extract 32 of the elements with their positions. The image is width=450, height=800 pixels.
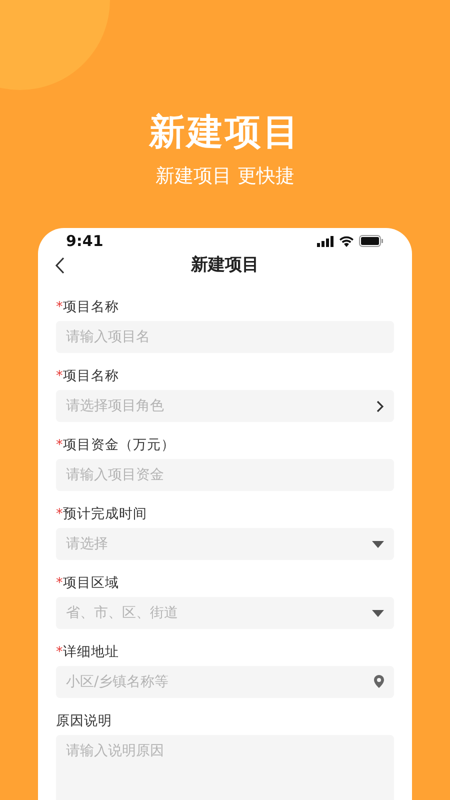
select-field[interactable]: 请选择项目角色 <box>56 390 394 422</box>
caret-down-icon <box>372 540 384 548</box>
field-label: 详细地址 <box>62 643 119 662</box>
field-label: 预计完成时间 <box>62 505 147 524</box>
field-label: 项目名称 <box>62 367 119 386</box>
headline: 新建项目 <box>149 111 301 155</box>
text-area[interactable]: 请输入说明原因 <box>56 735 394 800</box>
page-title: 新建项目 <box>191 254 259 276</box>
field-label: 项目名称 <box>62 298 119 317</box>
back-icon <box>55 256 65 274</box>
field-label: 项目资金（万元） <box>62 436 175 455</box>
battery-icon <box>359 235 384 248</box>
required-asterisk: * <box>56 367 63 386</box>
wifi-icon <box>339 236 354 247</box>
chevron-right-icon <box>376 400 384 412</box>
field-label: 原因说明 <box>56 712 112 731</box>
required-asterisk: * <box>56 505 63 524</box>
address-field[interactable]: 小区/乡镇名称等 <box>56 666 394 698</box>
location-pin-icon <box>374 675 384 688</box>
status-time: 9:41 <box>66 231 104 252</box>
select-field[interactable]: 省、市、区、街道 <box>56 597 394 629</box>
signal-icon <box>317 236 334 247</box>
required-asterisk: * <box>56 643 63 662</box>
required-asterisk: * <box>56 436 63 455</box>
required-asterisk: * <box>56 574 63 593</box>
select-field[interactable]: 请选择 <box>56 528 394 560</box>
input-field[interactable]: 请输入项目资金 <box>56 459 394 491</box>
caret-down-icon <box>372 610 384 616</box>
required-asterisk: * <box>56 298 63 317</box>
field-label: 项目区域 <box>62 574 119 593</box>
tagline: 新建项目 更快捷 <box>155 164 295 189</box>
input-field[interactable]: 请输入项目名 <box>56 321 394 353</box>
